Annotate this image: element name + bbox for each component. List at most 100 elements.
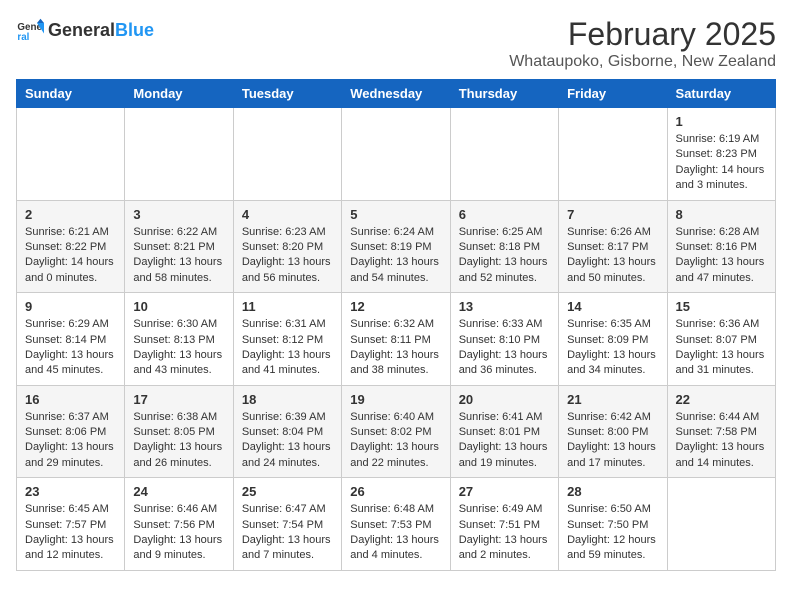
day-cell-4: 4Sunrise: 6:23 AM Sunset: 8:20 PM Daylig… — [233, 200, 341, 293]
day-header-saturday: Saturday — [667, 80, 775, 108]
day-number: 5 — [350, 207, 441, 222]
day-cell-27: 27 Sunrise: 6:49 AM Sunset: 7:51 PM Dayli… — [450, 478, 558, 571]
day-cell-22: 22 Sunrise: 6:44 AM Sunset: 7:58 PM Dayli… — [667, 385, 775, 478]
day-info: Sunrise: 6:44 AM Sunset: 7:58 PM Dayligh… — [676, 410, 767, 472]
day-info: Sunrise: 6:26 AM Sunset: 8:17 PM Dayligh… — [567, 225, 658, 287]
day-info: Sunrise: 6:36 AM Sunset: 8:07 PM Dayligh… — [676, 317, 767, 379]
week-row-2: 9 Sunrise: 6:29 AM Sunset: 8:14 PM Daylig… — [17, 293, 776, 386]
day-info: Sunrise: 6:50 AM Sunset: 7:50 PM Dayligh… — [567, 502, 658, 564]
day-info: Sunrise: 6:21 AM Sunset: 8:22 PM Dayligh… — [25, 225, 116, 287]
day-number: 1 — [676, 114, 767, 129]
day-cell-21: 21 Sunrise: 6:42 AM Sunset: 8:00 PM Dayli… — [559, 385, 667, 478]
day-info: Sunrise: 6:29 AM Sunset: 8:14 PM Dayligh… — [25, 317, 116, 379]
day-number: 10 — [133, 299, 224, 314]
day-number: 8 — [676, 207, 767, 222]
day-number: 9 — [25, 299, 116, 314]
day-header-wednesday: Wednesday — [342, 80, 450, 108]
day-cell-24: 24 Sunrise: 6:46 AM Sunset: 7:56 PM Dayli… — [125, 478, 233, 571]
day-info: Sunrise: 6:19 AM Sunset: 8:23 PM Dayligh… — [676, 132, 767, 194]
day-cell-14: 14 Sunrise: 6:35 AM Sunset: 8:09 PM Dayli… — [559, 293, 667, 386]
day-number: 14 — [567, 299, 658, 314]
empty-cell — [559, 108, 667, 201]
day-header-friday: Friday — [559, 80, 667, 108]
day-number: 18 — [242, 392, 333, 407]
day-info: Sunrise: 6:23 AM Sunset: 8:20 PM Dayligh… — [242, 225, 333, 287]
day-number: 24 — [133, 484, 224, 499]
day-cell-5: 5 Sunrise: 6:24 AM Sunset: 8:19 PM Daylig… — [342, 200, 450, 293]
day-number: 6 — [459, 207, 550, 222]
day-header-tuesday: Tuesday — [233, 80, 341, 108]
day-number: 26 — [350, 484, 441, 499]
day-cell-3: 3Sunrise: 6:22 AM Sunset: 8:21 PM Daylig… — [125, 200, 233, 293]
empty-cell — [17, 108, 125, 201]
logo-general-text: General — [48, 20, 115, 41]
day-info: Sunrise: 6:35 AM Sunset: 8:09 PM Dayligh… — [567, 317, 658, 379]
day-number: 22 — [676, 392, 767, 407]
day-cell-9: 9 Sunrise: 6:29 AM Sunset: 8:14 PM Daylig… — [17, 293, 125, 386]
day-number: 17 — [133, 392, 224, 407]
day-info: Sunrise: 6:47 AM Sunset: 7:54 PM Dayligh… — [242, 502, 333, 564]
day-cell-12: 12Sunrise: 6:32 AM Sunset: 8:11 PM Dayli… — [342, 293, 450, 386]
day-cell-8: 8 Sunrise: 6:28 AM Sunset: 8:16 PM Daylig… — [667, 200, 775, 293]
week-row-4: 23Sunrise: 6:45 AM Sunset: 7:57 PM Dayli… — [17, 478, 776, 571]
day-cell-10: 10Sunrise: 6:30 AM Sunset: 8:13 PM Dayli… — [125, 293, 233, 386]
day-info: Sunrise: 6:28 AM Sunset: 8:16 PM Dayligh… — [676, 225, 767, 287]
day-info: Sunrise: 6:25 AM Sunset: 8:18 PM Dayligh… — [459, 225, 550, 287]
calendar-header-row: SundayMondayTuesdayWednesdayThursdayFrid… — [17, 80, 776, 108]
day-info: Sunrise: 6:42 AM Sunset: 8:00 PM Dayligh… — [567, 410, 658, 472]
day-info: Sunrise: 6:40 AM Sunset: 8:02 PM Dayligh… — [350, 410, 441, 472]
day-cell-13: 13Sunrise: 6:33 AM Sunset: 8:10 PM Dayli… — [450, 293, 558, 386]
day-cell-16: 16 Sunrise: 6:37 AM Sunset: 8:06 PM Dayli… — [17, 385, 125, 478]
day-info: Sunrise: 6:41 AM Sunset: 8:01 PM Dayligh… — [459, 410, 550, 472]
empty-cell — [125, 108, 233, 201]
day-number: 27 — [459, 484, 550, 499]
day-number: 20 — [459, 392, 550, 407]
day-cell-18: 18 Sunrise: 6:39 AM Sunset: 8:04 PM Dayli… — [233, 385, 341, 478]
day-cell-7: 7 Sunrise: 6:26 AM Sunset: 8:17 PM Daylig… — [559, 200, 667, 293]
week-row-3: 16 Sunrise: 6:37 AM Sunset: 8:06 PM Dayli… — [17, 385, 776, 478]
day-info: Sunrise: 6:38 AM Sunset: 8:05 PM Dayligh… — [133, 410, 224, 472]
day-info: Sunrise: 6:46 AM Sunset: 7:56 PM Dayligh… — [133, 502, 224, 564]
week-row-1: 2 Sunrise: 6:21 AM Sunset: 8:22 PM Daylig… — [17, 200, 776, 293]
day-number: 11 — [242, 299, 333, 314]
logo-blue-text: Blue — [115, 20, 154, 41]
day-number: 21 — [567, 392, 658, 407]
week-row-0: 1 Sunrise: 6:19 AM Sunset: 8:23 PM Daylig… — [17, 108, 776, 201]
day-info: Sunrise: 6:49 AM Sunset: 7:51 PM Dayligh… — [459, 502, 550, 564]
day-header-monday: Monday — [125, 80, 233, 108]
day-cell-11: 11 Sunrise: 6:31 AM Sunset: 8:12 PM Dayli… — [233, 293, 341, 386]
day-info: Sunrise: 6:32 AM Sunset: 8:11 PM Dayligh… — [350, 317, 441, 379]
day-cell-20: 20 Sunrise: 6:41 AM Sunset: 8:01 PM Dayli… — [450, 385, 558, 478]
day-info: Sunrise: 6:24 AM Sunset: 8:19 PM Dayligh… — [350, 225, 441, 287]
svg-text:ral: ral — [17, 32, 29, 43]
day-info: Sunrise: 6:37 AM Sunset: 8:06 PM Dayligh… — [25, 410, 116, 472]
location-title: Whataupoko, Gisborne, New Zealand — [509, 53, 776, 71]
day-number: 28 — [567, 484, 658, 499]
day-number: 13 — [459, 299, 550, 314]
day-number: 3 — [133, 207, 224, 222]
month-title: February 2025 — [509, 16, 776, 53]
day-number: 23 — [25, 484, 116, 499]
empty-cell — [667, 478, 775, 571]
calendar: SundayMondayTuesdayWednesdayThursdayFrid… — [16, 79, 776, 571]
logo: Gene ral GeneralBlue — [16, 16, 154, 44]
day-number: 16 — [25, 392, 116, 407]
day-info: Sunrise: 6:39 AM Sunset: 8:04 PM Dayligh… — [242, 410, 333, 472]
day-cell-15: 15 Sunrise: 6:36 AM Sunset: 8:07 PM Dayli… — [667, 293, 775, 386]
day-header-sunday: Sunday — [17, 80, 125, 108]
day-number: 25 — [242, 484, 333, 499]
day-info: Sunrise: 6:48 AM Sunset: 7:53 PM Dayligh… — [350, 502, 441, 564]
title-area: February 2025 Whataupoko, Gisborne, New … — [509, 16, 776, 71]
day-number: 15 — [676, 299, 767, 314]
day-info: Sunrise: 6:31 AM Sunset: 8:12 PM Dayligh… — [242, 317, 333, 379]
header: Gene ral GeneralBlue February 2025 Whata… — [16, 16, 776, 71]
day-cell-2: 2 Sunrise: 6:21 AM Sunset: 8:22 PM Daylig… — [17, 200, 125, 293]
day-cell-26: 26 Sunrise: 6:48 AM Sunset: 7:53 PM Dayli… — [342, 478, 450, 571]
day-header-thursday: Thursday — [450, 80, 558, 108]
empty-cell — [342, 108, 450, 201]
day-cell-6: 6 Sunrise: 6:25 AM Sunset: 8:18 PM Daylig… — [450, 200, 558, 293]
day-number: 7 — [567, 207, 658, 222]
day-number: 2 — [25, 207, 116, 222]
day-cell-19: 19Sunrise: 6:40 AM Sunset: 8:02 PM Dayli… — [342, 385, 450, 478]
day-cell-28: 28 Sunrise: 6:50 AM Sunset: 7:50 PM Dayli… — [559, 478, 667, 571]
